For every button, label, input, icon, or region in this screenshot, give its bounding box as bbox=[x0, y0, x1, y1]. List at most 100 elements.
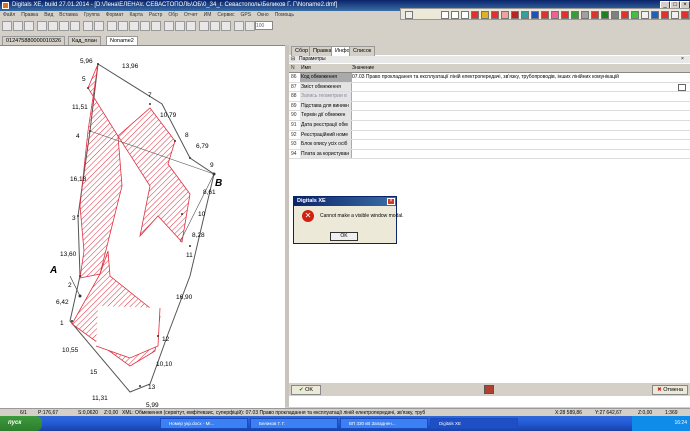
taskbar-item[interactable]: Номер укр.docx - Mi... bbox=[160, 418, 248, 429]
collapse-icon[interactable]: ⊟ bbox=[291, 56, 295, 63]
layer-icon[interactable] bbox=[591, 11, 599, 19]
menu-item-insert[interactable]: Вставка bbox=[56, 11, 81, 19]
menu-item-report[interactable]: Отчет bbox=[181, 11, 201, 19]
snap-icon[interactable] bbox=[186, 21, 196, 31]
cut-icon[interactable] bbox=[48, 21, 58, 31]
table-row[interactable]: 94 Плата за користуван bbox=[289, 149, 690, 160]
table-row[interactable]: 93 Блок опису усіх осіб bbox=[289, 140, 690, 150]
layer-icon[interactable] bbox=[521, 11, 529, 19]
save-icon[interactable] bbox=[24, 21, 34, 31]
table-icon[interactable] bbox=[210, 21, 220, 31]
layer-icon[interactable] bbox=[511, 11, 519, 19]
layer-icon[interactable] bbox=[571, 11, 579, 19]
layer-icon[interactable] bbox=[641, 11, 649, 19]
table-row[interactable]: 88 Запись геометрии в bbox=[289, 92, 690, 102]
menu-item-help[interactable]: Помощь bbox=[272, 11, 297, 19]
zoom-window-icon[interactable] bbox=[151, 21, 161, 31]
table-row[interactable]: 89 Підстава для виникн bbox=[289, 101, 690, 112]
menu-item-map[interactable]: Карта bbox=[126, 11, 145, 19]
ok-button[interactable]: ✔ OK bbox=[291, 385, 321, 395]
distance-label: 13,96 bbox=[122, 63, 139, 70]
taskbar-item[interactable]: Беликов Г. Г. bbox=[250, 418, 338, 429]
menu-item-service[interactable]: Сервис bbox=[214, 11, 237, 19]
menu-item-group[interactable]: Группа bbox=[81, 11, 103, 19]
layer-icon[interactable] bbox=[531, 11, 539, 19]
distance-label: 8,61 bbox=[203, 189, 216, 196]
refresh-icon[interactable] bbox=[234, 21, 244, 31]
menu-item-file[interactable]: Файл bbox=[0, 11, 18, 19]
vertex-label: 2 bbox=[68, 282, 72, 289]
layer-icon[interactable] bbox=[651, 11, 659, 19]
layer-icon[interactable] bbox=[491, 11, 499, 19]
map-canvas[interactable]: 5,96 5 13,96 7 11,51 10,79 4 8 6,79 9 16… bbox=[0, 45, 285, 409]
start-button[interactable]: пуск bbox=[0, 416, 42, 431]
vertex-label: 1 bbox=[60, 320, 64, 327]
table-row[interactable]: 86 Код обмеження 07.03 Право прокладання… bbox=[289, 73, 690, 83]
taskbar-item[interactable]: ВП 330 кВ Западнен... bbox=[340, 418, 428, 429]
layer-icon[interactable] bbox=[611, 11, 619, 19]
undo-icon[interactable] bbox=[83, 21, 93, 31]
color-picker-icon[interactable] bbox=[484, 385, 494, 394]
print-icon[interactable] bbox=[37, 21, 47, 31]
layer-icon[interactable] bbox=[461, 11, 469, 19]
parameters-header[interactable]: ⊟ Параметры × bbox=[289, 56, 690, 63]
layer-icon[interactable] bbox=[501, 11, 509, 19]
menu-item-im[interactable]: ИМ bbox=[201, 11, 215, 19]
vertex-label: 13 bbox=[148, 384, 156, 391]
layer-icon[interactable] bbox=[581, 11, 589, 19]
copy-icon[interactable] bbox=[59, 21, 69, 31]
layer-icon[interactable] bbox=[671, 11, 679, 19]
dialog-close-button[interactable]: × bbox=[387, 198, 395, 205]
layer-icon[interactable] bbox=[681, 11, 689, 19]
distance-label: 6,42 bbox=[56, 299, 69, 306]
menu-item-obr[interactable]: Обр bbox=[165, 11, 181, 19]
table-row[interactable]: 87 Зміст обмеження bbox=[289, 82, 690, 93]
layer-icon[interactable] bbox=[561, 11, 569, 19]
menu-item-gps[interactable]: GPS bbox=[238, 11, 255, 19]
layer-icon[interactable] bbox=[471, 11, 479, 19]
menu-item-raster[interactable]: Растр bbox=[146, 11, 166, 19]
menu-item-window[interactable]: Окно bbox=[254, 11, 272, 19]
dialog-ok-button[interactable]: OK bbox=[330, 232, 358, 241]
menu-item-format[interactable]: Формат bbox=[103, 11, 127, 19]
menu-item-view[interactable]: Вид bbox=[41, 11, 56, 19]
table-row[interactable]: 90 Термін дії обмежен bbox=[289, 111, 690, 121]
grid-icon[interactable] bbox=[175, 21, 185, 31]
vertex-label: 12 bbox=[162, 336, 170, 343]
cancel-button[interactable]: ✖ Отмена bbox=[652, 385, 688, 395]
table-row[interactable]: 91 Дата реєстрації обм bbox=[289, 120, 690, 131]
zoom-in-icon[interactable] bbox=[129, 21, 139, 31]
new-file-icon[interactable] bbox=[2, 21, 12, 31]
layer-icon[interactable] bbox=[621, 11, 629, 19]
pin-icon[interactable]: × bbox=[681, 56, 684, 63]
open-folder-icon[interactable] bbox=[13, 21, 23, 31]
layer-icon[interactable] bbox=[441, 11, 449, 19]
paste-icon[interactable] bbox=[70, 21, 80, 31]
measure-icon[interactable] bbox=[164, 21, 174, 31]
select-icon[interactable] bbox=[107, 21, 117, 31]
distance-label: 10,55 bbox=[62, 347, 79, 354]
layers-icon[interactable] bbox=[199, 21, 209, 31]
layer-icon[interactable] bbox=[451, 11, 459, 19]
cursor-icon[interactable] bbox=[405, 11, 413, 19]
zoom-input[interactable]: 100 bbox=[255, 21, 273, 30]
layer-icon[interactable] bbox=[541, 11, 549, 19]
zoom-out-icon[interactable] bbox=[140, 21, 150, 31]
table-row[interactable]: 92 Реєстраційний номе bbox=[289, 130, 690, 141]
layer-icon[interactable] bbox=[661, 11, 669, 19]
value-edit-button[interactable] bbox=[678, 84, 686, 91]
redo-icon[interactable] bbox=[94, 21, 104, 31]
main-toolbar bbox=[0, 19, 270, 33]
layer-icon[interactable] bbox=[601, 11, 609, 19]
dialog-message: Cannot make a visible window modal. bbox=[320, 213, 404, 219]
pan-icon[interactable] bbox=[118, 21, 128, 31]
layer-icon[interactable] bbox=[551, 11, 559, 19]
menu-item-edit[interactable]: Правка bbox=[18, 11, 41, 19]
settings-icon[interactable] bbox=[245, 21, 255, 31]
distance-label: 13,60 bbox=[60, 251, 77, 258]
taskbar-item[interactable]: Digitals XE bbox=[430, 418, 518, 429]
tab-list[interactable]: Список bbox=[349, 46, 376, 56]
layer-icon[interactable] bbox=[481, 11, 489, 19]
layer-icon[interactable] bbox=[631, 11, 639, 19]
info-icon[interactable] bbox=[221, 21, 231, 31]
